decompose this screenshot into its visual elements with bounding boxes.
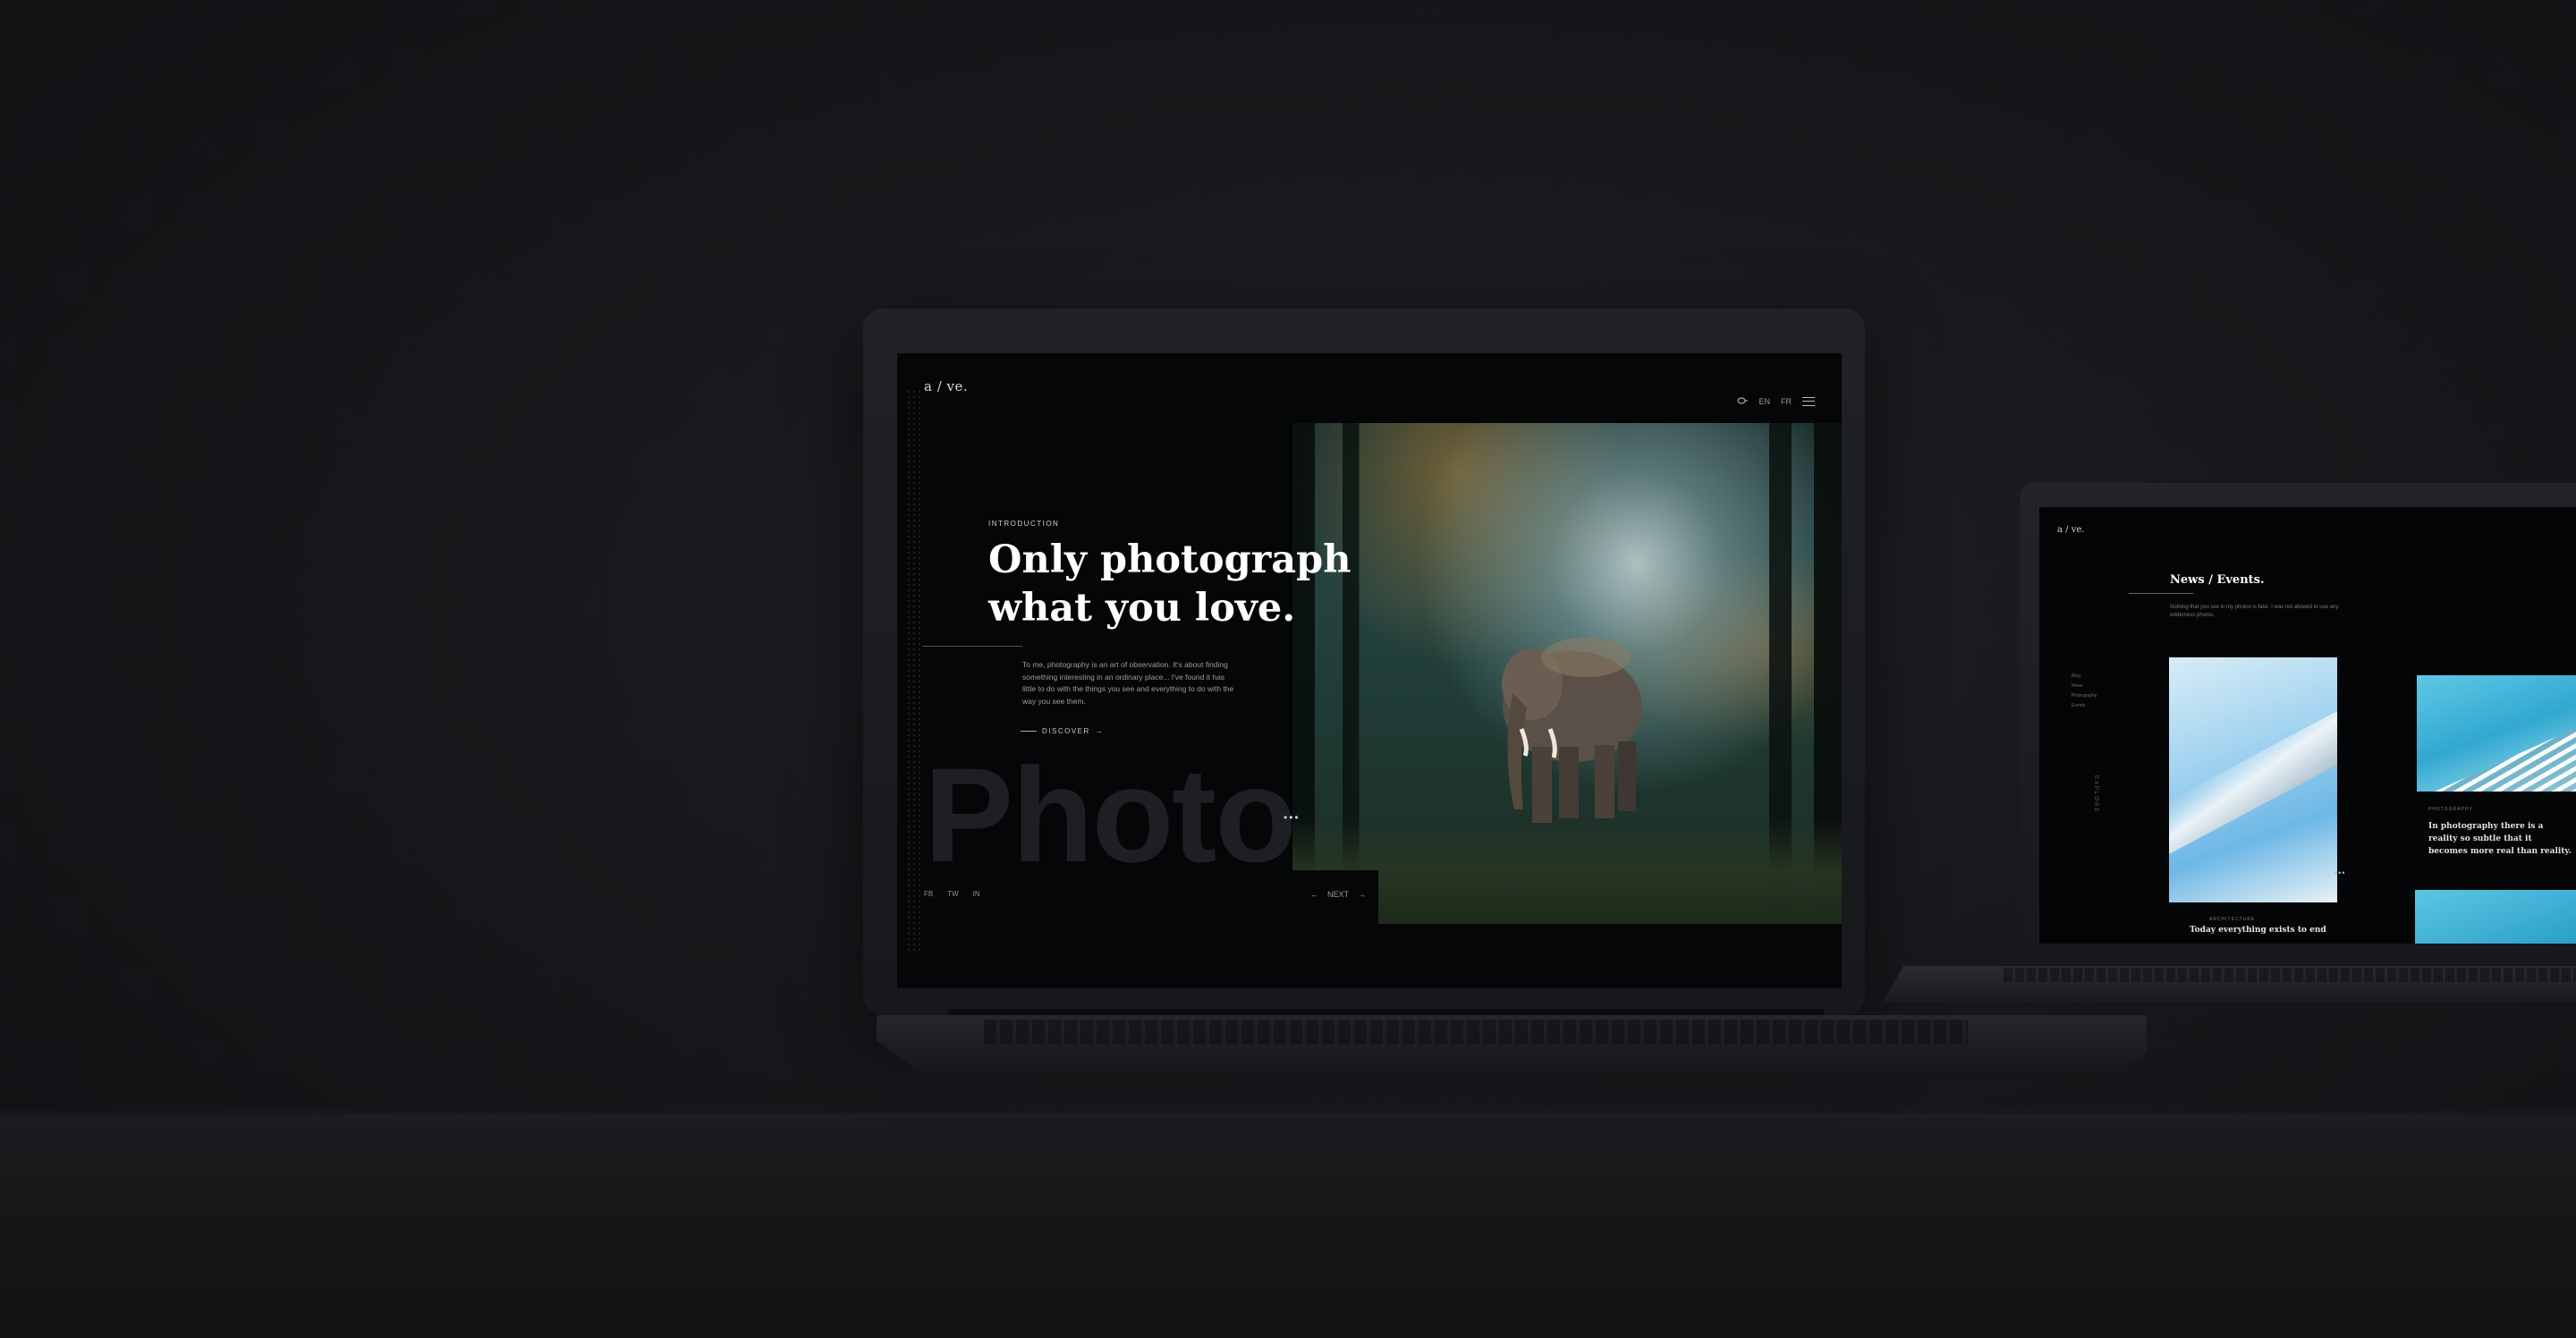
language-en[interactable]: EN [1758, 397, 1770, 406]
desk-surface [0, 1118, 2576, 1338]
news-section-text: Nothing that you see in my photos is fak… [2170, 605, 2339, 618]
site-logo[interactable]: a / ve. [924, 378, 968, 394]
intro-label: INTRODUCTION [988, 520, 1060, 528]
laptop-primary-screen: a / ve. EN FR Photo INTRODUCTION Only ph… [897, 353, 1842, 988]
language-fr[interactable]: FR [1781, 397, 1792, 406]
nav-item-events[interactable]: Events [2072, 701, 2097, 711]
news-card-architecture-image[interactable] [2169, 657, 2337, 902]
slider-pager: ← NEXT → [1310, 890, 1366, 899]
news-nav: Blog News Photography Events [2072, 672, 2097, 711]
hero-divider [922, 646, 1022, 647]
arrow-left-icon[interactable]: ← [1310, 890, 1318, 899]
nav-item-blog[interactable]: Blog [2072, 672, 2097, 682]
laptop-secondary-screen: a / ve. News / Events. Nothing that you … [2039, 507, 2576, 944]
card-dots-indicator[interactable]: ••• [2334, 868, 2345, 877]
dot-pattern-rail [906, 389, 920, 953]
social-links: FB TW IN [924, 890, 980, 898]
social-twitter[interactable]: TW [947, 890, 958, 898]
discover-label: DISCOVER [1042, 727, 1090, 735]
hamburger-menu-icon[interactable] [1802, 397, 1815, 406]
background-ghost-text: Photo [924, 740, 1297, 890]
discover-line-icon [1021, 731, 1037, 732]
search-icon[interactable] [1737, 396, 1749, 407]
news-card-third-image[interactable] [2415, 890, 2576, 944]
nav-item-photography[interactable]: Photography [2072, 691, 2097, 701]
nav-item-news[interactable]: News [2072, 682, 2097, 691]
card2-category: PHOTOGRAPHY [2428, 807, 2473, 812]
image-corner-cutout [1292, 870, 1378, 933]
laptop-primary-keyboard [984, 1020, 1968, 1045]
pager-label: NEXT [1327, 890, 1350, 899]
arrow-right-icon: → [1095, 727, 1105, 735]
header-icons: EN FR [1737, 396, 1815, 407]
hero-title: Only photograph what you love. [988, 536, 1364, 632]
hero-title-line1: Only photograph [988, 538, 1352, 582]
hero-body-text: To me, photography is an art of observat… [1022, 660, 1234, 706]
card1-category: ARCHITECTURE [2209, 917, 2256, 922]
news-section-title: News / Events. [2170, 573, 2265, 587]
card1-title[interactable]: Today everything exists to end [2190, 926, 2326, 935]
arrow-right-icon[interactable]: → [1358, 890, 1366, 899]
news-divider [2129, 593, 2193, 594]
card2-title[interactable]: In photography there is a reality so sub… [2428, 820, 2572, 858]
hero-title-line2: what you love. [988, 586, 1296, 631]
site-logo-secondary[interactable]: a / ve. [2057, 525, 2084, 535]
social-instagram[interactable]: IN [973, 890, 980, 898]
vertical-explore-label: EXPLORE [2093, 775, 2098, 814]
social-facebook[interactable]: FB [924, 890, 933, 898]
laptop-secondary-keyboard [2004, 968, 2576, 982]
news-card-photography-image[interactable] [2417, 675, 2576, 792]
elephant-illustration [1502, 638, 1642, 823]
slide-dots-indicator[interactable]: ••• [1284, 811, 1301, 824]
discover-link[interactable]: DISCOVER → [1021, 727, 1104, 735]
